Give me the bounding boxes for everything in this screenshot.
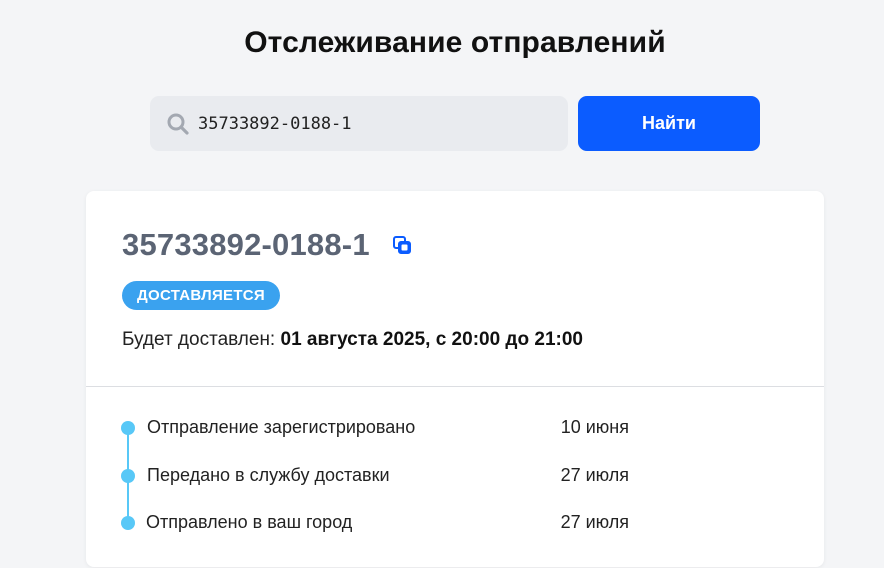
- timeline-dot: [121, 421, 135, 435]
- timeline-item: Передано в службу доставки 27 июля: [86, 461, 824, 491]
- delivery-value: 01 августа 2025, с 20:00 до 21:00: [280, 329, 583, 350]
- timeline-item: Отправлено в ваш город 27 июля: [86, 508, 824, 538]
- timeline-date: 27 июля: [560, 465, 629, 485]
- shipment-summary: 35733892-0188-1 ДОСТАВЛЯЕТСЯ Будет доста…: [86, 191, 824, 386]
- timeline-label: Отправление зарегистрировано: [147, 417, 416, 437]
- timeline-date: 10 июня: [560, 417, 629, 437]
- delivery-info: Будет доставлен: 01 августа 2025, с 20:0…: [122, 329, 583, 351]
- find-button[interactable]: Найти: [578, 96, 760, 151]
- page-title: Отслеживание отправлений: [244, 26, 666, 59]
- card-divider: [86, 386, 824, 387]
- timeline-label: Отправлено в ваш город: [146, 512, 353, 532]
- search-box[interactable]: [150, 96, 568, 151]
- timeline-date: 27 июля: [560, 512, 629, 532]
- timeline-dot: [121, 469, 135, 483]
- shipment-card: 35733892-0188-1 ДОСТАВЛЯЕТСЯ Будет доста…: [86, 191, 824, 567]
- copy-icon[interactable]: [392, 235, 414, 257]
- search-icon: [166, 112, 190, 136]
- timeline-label: Передано в службу доставки: [147, 465, 390, 485]
- delivery-label: Будет доставлен:: [122, 329, 281, 350]
- tracking-number: 35733892-0188-1: [122, 227, 370, 262]
- timeline-dot: [121, 516, 135, 530]
- timeline-item: Отправление зарегистрировано 10 июня: [86, 413, 824, 443]
- status-badge: ДОСТАВЛЯЕТСЯ: [122, 281, 281, 310]
- search-input[interactable]: [198, 113, 538, 134]
